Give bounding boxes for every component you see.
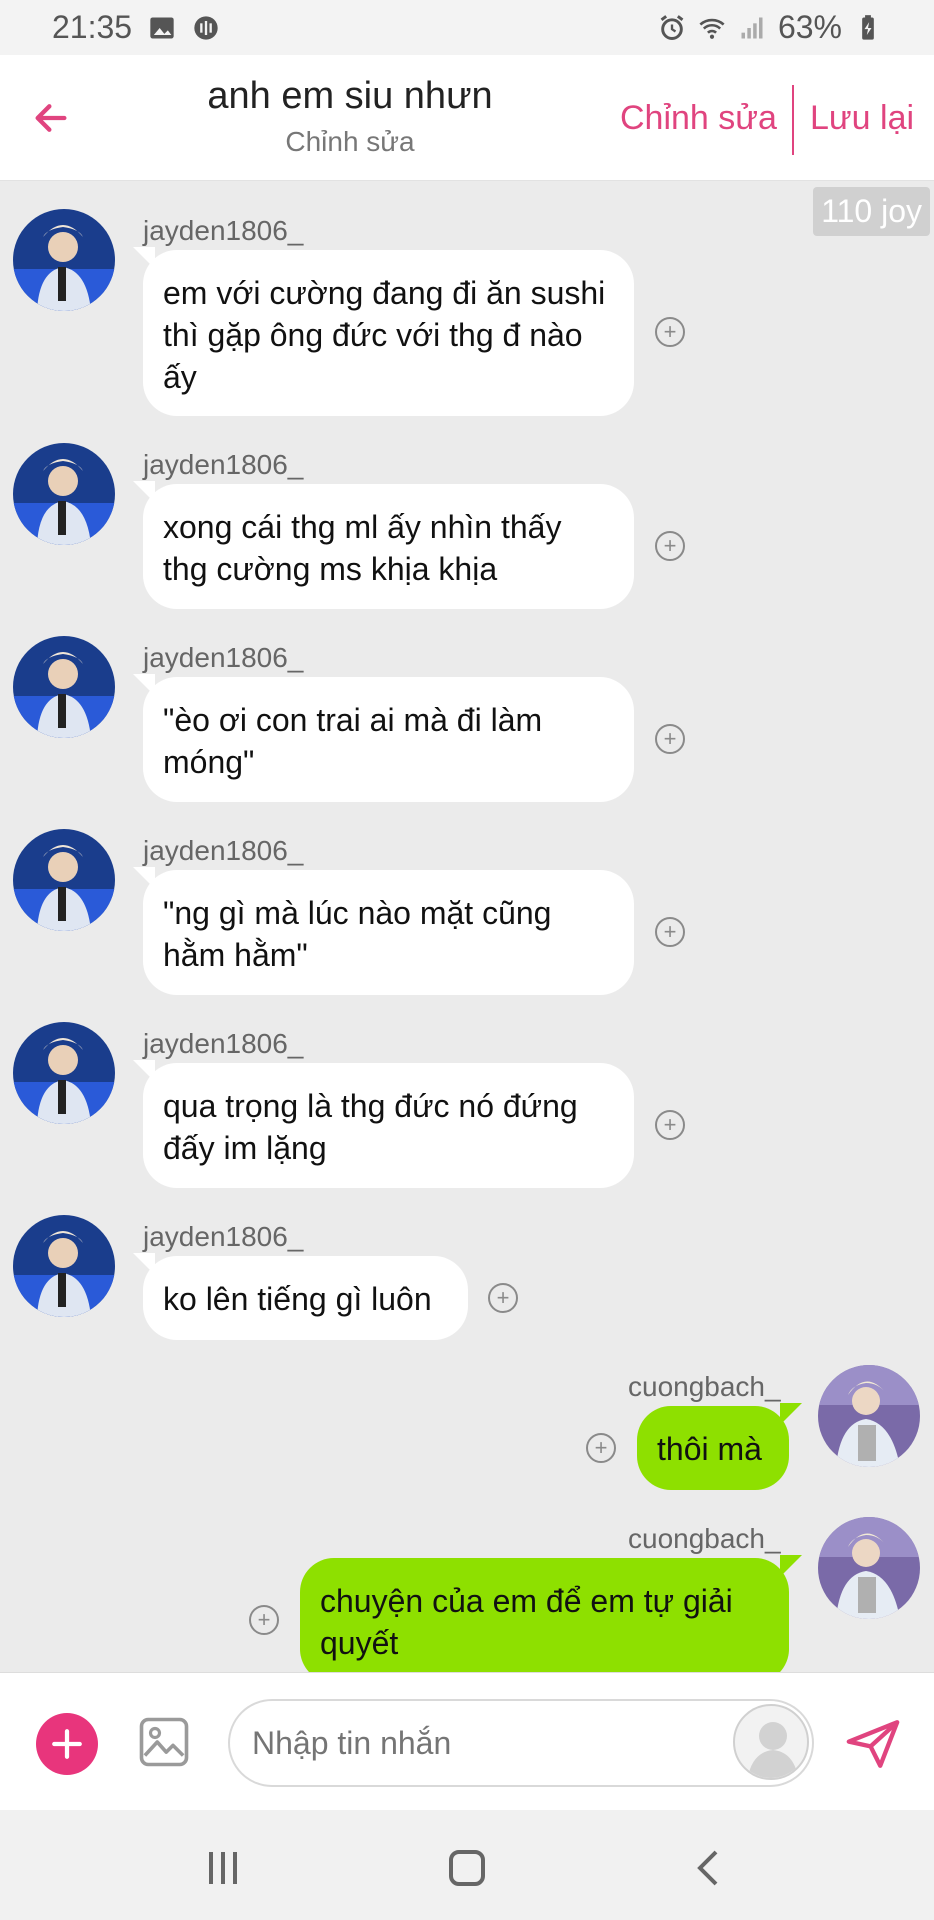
add-reaction-icon[interactable]: +: [249, 1605, 279, 1635]
podcast-icon: [194, 15, 218, 40]
plus-icon: [52, 1729, 82, 1759]
avatar[interactable]: [818, 1517, 920, 1619]
gallery-icon: [150, 17, 174, 38]
back-nav-icon[interactable]: [686, 1844, 734, 1892]
send-icon[interactable]: [840, 1715, 906, 1773]
image-icon[interactable]: [137, 1715, 191, 1769]
message-input[interactable]: [228, 1699, 814, 1787]
add-reaction-icon[interactable]: +: [488, 1283, 518, 1313]
avatar[interactable]: [818, 1365, 920, 1467]
signal-icon: [741, 17, 763, 38]
battery-percent: 63%: [777, 9, 842, 45]
add-reaction-icon[interactable]: +: [655, 1110, 685, 1140]
plus-button[interactable]: [36, 1713, 98, 1775]
status-bar: 21:35 63%: [0, 0, 934, 55]
message-bubble[interactable]: em với cường đang đi ăn sushi thì gặp ôn…: [143, 250, 634, 416]
system-navbar: [0, 1810, 934, 1920]
save-button[interactable]: Lưu lại: [810, 99, 914, 138]
avatar[interactable]: [13, 1022, 115, 1124]
chat-area[interactable]: 110 joy jayden1806_ em với cường đang đi…: [0, 181, 934, 1672]
add-reaction-icon[interactable]: +: [655, 724, 685, 754]
add-reaction-icon[interactable]: +: [655, 317, 685, 347]
avatar[interactable]: [13, 209, 115, 311]
message-username: jayden1806_: [143, 449, 304, 480]
chat-subtitle[interactable]: Chỉnh sửa: [200, 126, 500, 158]
message-username: jayden1806_: [143, 1221, 304, 1252]
avatar[interactable]: [13, 636, 115, 738]
title-block: anh em siu nhưn Chỉnh sửa: [200, 75, 500, 158]
back-button[interactable]: [26, 93, 76, 143]
home-icon[interactable]: [443, 1844, 491, 1892]
joy-badge: 110 joy: [813, 187, 930, 236]
sticker-avatar-icon[interactable]: [733, 1704, 809, 1780]
battery-icon: [862, 14, 874, 40]
alarm-icon: [660, 14, 684, 40]
message-username: jayden1806_: [143, 1028, 304, 1059]
recent-apps-icon[interactable]: [199, 1844, 247, 1892]
message-bubble[interactable]: xong cái thg ml ấy nhìn thấy thg cường m…: [143, 484, 634, 609]
message-bubble[interactable]: qua trọng là thg đức nó đứng đấy im lặng: [143, 1063, 634, 1188]
message-username: jayden1806_: [143, 215, 304, 246]
message-username: jayden1806_: [143, 642, 304, 673]
message-bubble[interactable]: chuyện của em để em tự giải quyết: [300, 1558, 789, 1672]
add-reaction-icon[interactable]: +: [655, 531, 685, 561]
arrow-left-icon: [35, 104, 67, 132]
avatar[interactable]: [13, 443, 115, 545]
message-username: jayden1806_: [143, 835, 304, 866]
chat-header: anh em siu nhưn Chỉnh sửa Chỉnh sửa Lưu …: [0, 55, 934, 181]
status-time: 21:35: [52, 9, 133, 45]
add-reaction-icon[interactable]: +: [586, 1433, 616, 1463]
message-composer: [0, 1672, 934, 1810]
message-bubble[interactable]: thôi mà: [637, 1406, 789, 1490]
wifi-icon: [699, 18, 725, 39]
header-divider: [792, 85, 794, 155]
edit-button[interactable]: Chỉnh sửa: [620, 99, 777, 138]
add-reaction-icon[interactable]: +: [655, 917, 685, 947]
avatar[interactable]: [13, 829, 115, 931]
message-bubble[interactable]: "èo ơi con trai ai mà đi làm móng": [143, 677, 634, 802]
message-bubble[interactable]: ko lên tiếng gì luôn: [143, 1256, 468, 1340]
chat-title: anh em siu nhưn: [207, 75, 493, 117]
message-username: cuongbach_: [628, 1523, 781, 1554]
avatar[interactable]: [13, 1215, 115, 1317]
message-bubble[interactable]: "ng gì mà lúc nào mặt cũng hằm hằm": [143, 870, 634, 995]
message-username: cuongbach_: [628, 1371, 781, 1402]
